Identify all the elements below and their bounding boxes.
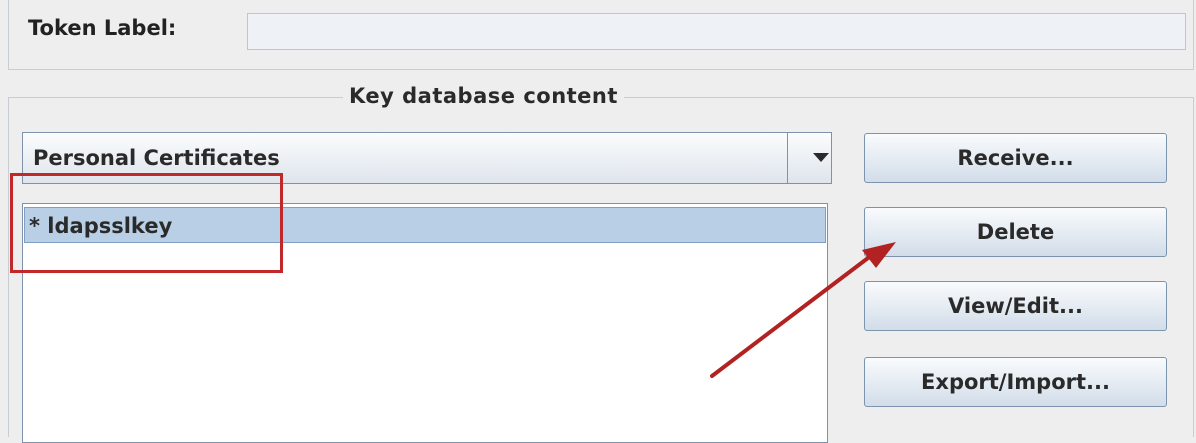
token-label: Token Label: [28, 16, 177, 40]
view-edit-button[interactable]: View/Edit... [864, 281, 1167, 331]
export-import-button[interactable]: Export/Import... [864, 357, 1167, 407]
group-title: Key database content [343, 84, 624, 108]
combo-divider [787, 133, 788, 183]
delete-button-label: Delete [976, 220, 1055, 244]
export-import-button-label: Export/Import... [921, 370, 1110, 394]
receive-button-label: Receive... [957, 146, 1074, 170]
view-edit-button-label: View/Edit... [948, 294, 1083, 318]
highlight-box [10, 173, 283, 273]
delete-button[interactable]: Delete [864, 207, 1167, 257]
receive-button[interactable]: Receive... [864, 133, 1167, 183]
certificate-type-value: Personal Certificates [33, 146, 280, 170]
token-label-field[interactable] [247, 13, 1186, 50]
chevron-down-icon[interactable] [813, 153, 829, 162]
